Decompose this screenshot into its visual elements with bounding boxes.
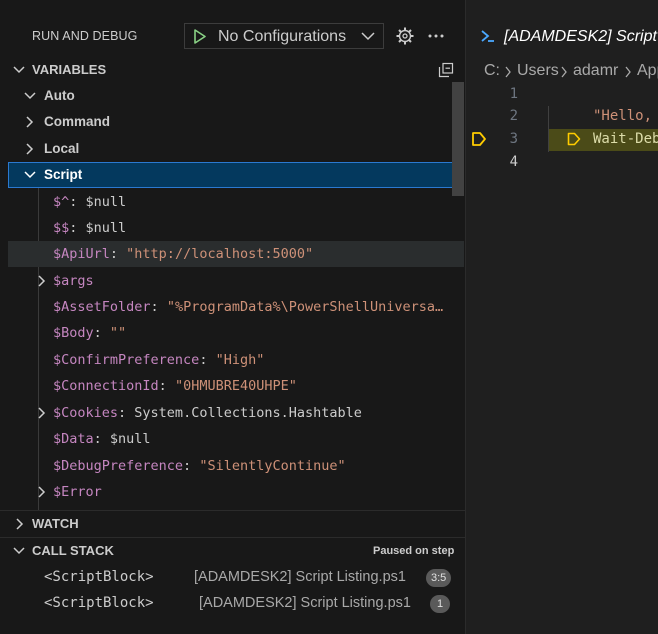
variable-name: $Body (53, 325, 94, 341)
frame-source: [ADAMDESK2] Script Listing.ps1 (199, 595, 411, 611)
chevron-down-icon (361, 32, 375, 41)
run-and-debug-title: RUN AND DEBUG (32, 29, 138, 43)
variable-name: $AssetFolder (53, 299, 151, 315)
chevron-right-icon (26, 116, 34, 128)
configuration-label: No Configurations (218, 28, 347, 45)
scope-local[interactable]: Local (8, 136, 464, 162)
call-stack-title: CALL STACK (32, 543, 114, 558)
paused-status: Paused on step (373, 545, 455, 557)
variables-title: VARIABLES (32, 62, 107, 77)
breadcrumb-item[interactable]: Users (517, 62, 559, 80)
gear-icon[interactable] (395, 26, 415, 46)
variable-value: "0HMUBRE40UHPE" (174, 378, 297, 394)
line-number: 3 (509, 131, 518, 147)
tab-label: [ADAMDESK2] Script Listing.ps1 (504, 28, 658, 45)
variables-scrollbar[interactable] (452, 82, 464, 196)
watch-section-header[interactable]: WATCH (0, 511, 465, 537)
chevron-right-icon (16, 518, 24, 530)
variable-name: $ApiUrl (53, 246, 110, 262)
variable-name: $$ (53, 220, 70, 236)
variable-name: $Data (53, 431, 94, 447)
variable-row[interactable]: $Error (8, 479, 464, 505)
collapse-all-icon[interactable] (438, 62, 454, 78)
variable-name: $Error (53, 484, 102, 500)
breadcrumb-item[interactable]: AppData (637, 62, 658, 80)
watch-title: WATCH (32, 516, 79, 531)
variable-name: $Cookies (53, 405, 119, 421)
variable-value: "http://localhost:5000" (126, 246, 314, 262)
frame-name: <ScriptBlock> (44, 595, 154, 611)
line-number: 4 (509, 154, 518, 170)
variable-value: "" (109, 325, 127, 341)
editor-tab[interactable]: [ADAMDESK2] Script Listing.ps1 (466, 14, 658, 58)
frame-source: [ADAMDESK2] Script Listing.ps1 (194, 569, 406, 585)
frame-name: <ScriptBlock> (44, 569, 154, 585)
variable-row[interactable]: $AssetFolder: "%ProgramData%\PowerShellU… (8, 294, 464, 320)
chevron-down-icon (24, 171, 36, 179)
editor-pane: [ADAMDESK2] Script Listing.ps1 C: Users … (465, 0, 658, 634)
variable-row[interactable]: $DebugPreference: "SilentlyContinue" (8, 453, 464, 479)
chevron-right-icon[interactable] (36, 486, 48, 498)
variable-row[interactable]: $ApiUrl: "http://localhost:5000" (8, 241, 464, 267)
scope-label: Local (44, 141, 80, 156)
breadcrumb-item[interactable]: C: (484, 62, 500, 80)
scope-script[interactable]: Script (8, 162, 464, 188)
debug-current-line-icon (472, 132, 486, 146)
frame-position-badge: 1 (430, 595, 450, 613)
chevron-right-icon (561, 66, 567, 78)
scope-auto[interactable]: Auto (8, 83, 464, 109)
variable-value: $null (85, 220, 127, 236)
scope-command[interactable]: Command (8, 109, 464, 135)
configuration-dropdown[interactable]: No Configurations (184, 23, 384, 49)
line-number: 2 (509, 108, 518, 124)
variable-value: $null (109, 431, 151, 447)
frame-position-badge: 3:5 (426, 569, 452, 587)
variable-name: $ConfirmPreference (53, 352, 200, 368)
scope-label: Command (44, 114, 111, 129)
variable-row[interactable]: $args (8, 268, 464, 294)
variable-value: "SilentlyContinue" (199, 458, 346, 474)
chevron-right-icon (26, 143, 34, 155)
variable-row[interactable]: $Cookies: System.Collections.Hashtable (8, 400, 464, 426)
stack-frame[interactable]: <ScriptBlock> [ADAMDESK2] Script Listing… (8, 590, 464, 616)
chevron-down-icon (24, 92, 36, 100)
variable-value: System.Collections.Hashtable (134, 405, 362, 421)
variable-name: $ConnectionId (53, 378, 159, 394)
scope-label: Auto (44, 88, 75, 103)
line-number: 1 (509, 86, 518, 102)
variable-row[interactable]: $$: $null (8, 215, 464, 241)
indent-guide (548, 106, 549, 152)
variable-row[interactable]: $ConnectionId: "0HMUBRE40UHPE" (8, 373, 464, 399)
variable-value: "High" (215, 352, 265, 368)
chevron-down-icon (13, 66, 25, 74)
variable-row[interactable]: $Data: $null (8, 426, 464, 452)
run-and-debug-header: RUN AND DEBUG No Configurations (0, 0, 465, 56)
powershell-icon (481, 30, 494, 42)
variable-row[interactable]: $ConfirmPreference: "High" (8, 347, 464, 373)
variable-name: $DebugPreference (53, 458, 184, 474)
code-line[interactable]: "Hello, World!" (593, 108, 658, 124)
variables-section-header[interactable]: VARIABLES (0, 57, 465, 83)
code-line[interactable]: Wait-Debugger (593, 131, 658, 147)
variable-name: $^ (53, 194, 70, 210)
chevron-right-icon[interactable] (36, 275, 48, 287)
variable-value: $null (85, 194, 127, 210)
more-actions-icon[interactable] (427, 26, 445, 46)
scope-label: Script (44, 167, 83, 182)
variable-value: "%ProgramData%\PowerShellUniversa… (166, 299, 444, 315)
breadcrumb-item[interactable]: adamr (573, 62, 618, 80)
inline-stop-icon (567, 132, 581, 146)
chevron-right-icon[interactable] (36, 407, 48, 419)
variable-row[interactable]: $Body: "" (8, 320, 464, 346)
variable-row[interactable]: $^: $null (8, 189, 464, 215)
variable-name: $args (53, 273, 94, 289)
stack-frame[interactable]: <ScriptBlock> [ADAMDESK2] Script Listing… (8, 564, 464, 590)
breadcrumb: C: Users adamr AppData (466, 60, 658, 82)
chevron-right-icon (625, 66, 631, 78)
chevron-down-icon (13, 547, 25, 555)
start-debugging-icon[interactable] (193, 29, 207, 44)
chevron-right-icon (505, 66, 511, 78)
debug-panel: RUN AND DEBUG No Configurations VARIABLE… (0, 0, 465, 634)
